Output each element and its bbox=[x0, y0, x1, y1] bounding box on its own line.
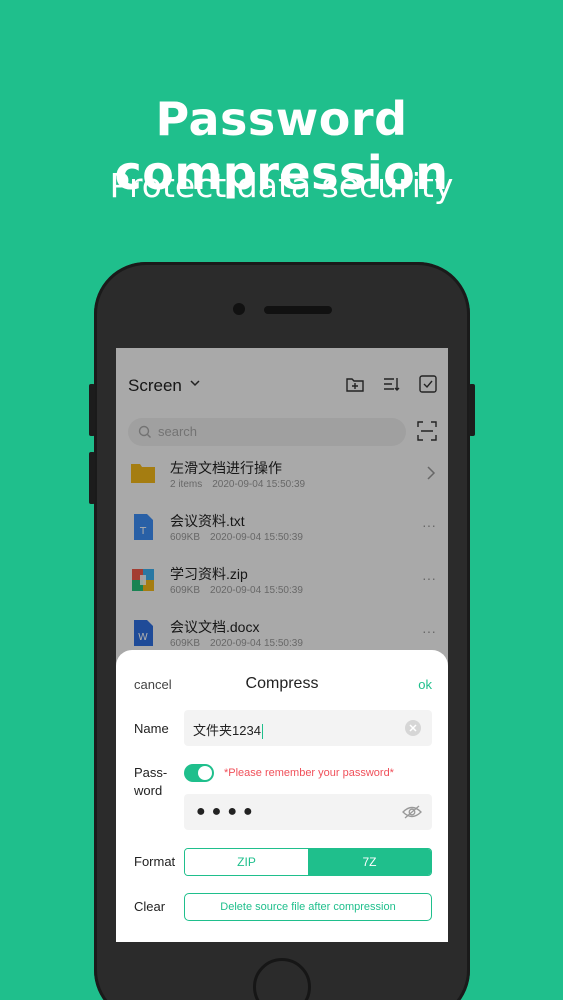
delete-source-toggle[interactable]: Delete source file after compression bbox=[184, 893, 432, 921]
password-label: Pass- word bbox=[134, 765, 168, 798]
password-toggle[interactable] bbox=[184, 764, 214, 782]
password-value: ●●●● bbox=[196, 803, 259, 820]
password-hint: *Please remember your password* bbox=[224, 767, 394, 779]
subheadline: Protect data security bbox=[109, 166, 454, 205]
app-screen: Screen search 左滑文档进行操作 2 items 2020-09-0… bbox=[116, 348, 448, 942]
eye-hidden-icon[interactable] bbox=[402, 804, 422, 820]
clear-label: Clear bbox=[134, 899, 166, 914]
phone-side-button bbox=[469, 384, 475, 436]
cancel-button[interactable]: cancel bbox=[134, 677, 172, 692]
phone-side-button bbox=[89, 452, 95, 504]
clear-icon[interactable] bbox=[404, 719, 422, 737]
phone-side-button bbox=[89, 384, 95, 436]
name-value: 文件夹1234 bbox=[193, 723, 263, 740]
format-option-zip[interactable]: ZIP bbox=[185, 849, 308, 875]
phone-speaker bbox=[264, 306, 332, 314]
format-selector: ZIP 7Z bbox=[184, 848, 432, 876]
name-label: Name bbox=[134, 721, 169, 736]
format-label: Format bbox=[134, 854, 176, 869]
ok-button[interactable]: ok bbox=[418, 677, 432, 692]
password-input[interactable]: ●●●● bbox=[184, 794, 432, 830]
phone-camera bbox=[233, 303, 245, 315]
compress-dialog: Compress cancel ok Name 文件夹1234 Pass- wo… bbox=[116, 650, 448, 942]
format-option-7z[interactable]: 7Z bbox=[308, 849, 431, 875]
name-input[interactable]: 文件夹1234 bbox=[184, 710, 432, 746]
